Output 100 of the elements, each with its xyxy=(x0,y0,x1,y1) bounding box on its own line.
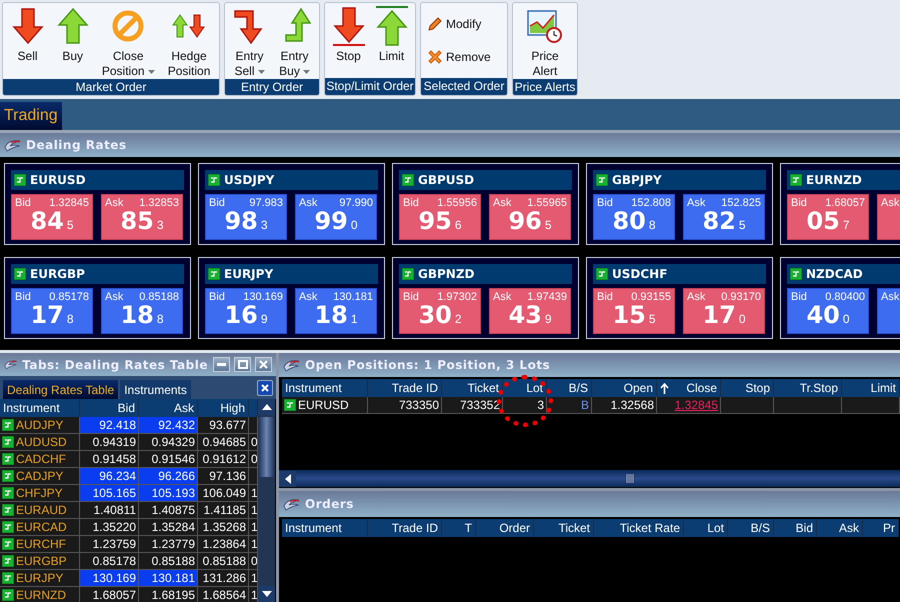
toolbar-button[interactable]: Limit xyxy=(374,6,410,78)
toolbar-button[interactable]: Modify xyxy=(427,16,501,32)
column-header[interactable]: Trade ID xyxy=(368,379,442,397)
column-header[interactable]: Ticket Rate xyxy=(594,519,684,537)
table-cell: 733350 xyxy=(368,397,442,414)
pip-digit: 8 xyxy=(156,312,164,326)
column-header[interactable]: Open xyxy=(592,379,657,397)
bid-quote-button[interactable]: Bid 0.80400 40 0 xyxy=(787,288,869,334)
scroll-thumb[interactable] xyxy=(259,417,274,477)
toolbar-button[interactable]: Buy xyxy=(54,6,91,79)
instrument-cell[interactable]: CADCHF xyxy=(0,451,80,468)
instrument-cell[interactable]: AUDUSD xyxy=(0,434,80,451)
ask-quote-button[interactable]: Ask 1.55965 96 5 xyxy=(489,194,571,240)
ask-quote-button[interactable]: Ask 1.32853 85 3 xyxy=(101,194,183,240)
instrument-cell[interactable]: EURJPY xyxy=(0,570,80,587)
column-header[interactable]: Instrument xyxy=(282,519,368,537)
column-header[interactable]: Lot xyxy=(503,379,547,397)
column-header[interactable]: Ask xyxy=(139,399,198,417)
column-header[interactable]: Bid xyxy=(80,399,139,417)
column-header[interactable]: Order xyxy=(476,519,534,537)
instrument-icon xyxy=(402,174,414,186)
bid-quote-button[interactable]: Bid 1.55956 95 6 xyxy=(399,194,481,240)
toolbar-button[interactable]: Sell xyxy=(10,6,46,79)
toolbar-button[interactable]: Entry Sell xyxy=(230,6,268,79)
instrument-icon xyxy=(208,174,220,186)
column-header[interactable]: B/S xyxy=(728,519,774,537)
table-cell: 1 xyxy=(249,485,258,502)
quote-label: Bid xyxy=(403,290,419,302)
quote-label: Ask xyxy=(105,197,124,209)
column-header[interactable]: Pr xyxy=(863,519,899,537)
panel-tab[interactable]: Dealing Rates Table xyxy=(3,380,118,399)
instrument-cell[interactable]: AUDJPY xyxy=(0,417,80,434)
close-button[interactable] xyxy=(255,357,272,372)
column-header[interactable]: Lot xyxy=(684,519,728,537)
column-header[interactable]: Instrument xyxy=(282,379,368,397)
bid-quote-button[interactable]: Bid 0.85178 17 8 xyxy=(11,288,93,334)
bid-quote-button[interactable]: Bid 1.32845 84 5 xyxy=(11,194,93,240)
instrument-cell[interactable]: EURUSD xyxy=(282,397,368,414)
column-header[interactable]: B/S xyxy=(547,379,592,397)
quote-label: Ask xyxy=(299,290,318,302)
scroll-up-button[interactable] xyxy=(258,399,275,415)
panel-tab[interactable]: Instruments xyxy=(120,380,191,399)
scroll-down-button[interactable] xyxy=(258,586,275,602)
down-arrow-with-line-icon xyxy=(332,6,364,46)
column-header[interactable]: Bid xyxy=(774,519,817,537)
ask-quote-button[interactable]: Ask xyxy=(877,194,900,240)
pip-digit: 1 xyxy=(350,312,358,326)
pip-digit: 0 xyxy=(350,218,358,232)
column-header[interactable]: Limit xyxy=(842,379,900,397)
bid-quote-button[interactable]: Bid 152.808 80 8 xyxy=(593,194,675,240)
up-arrow-with-line-icon xyxy=(376,6,408,46)
bid-quote-button[interactable]: Bid 1.68057 05 7 xyxy=(787,194,869,240)
table-cell: 1.40875 xyxy=(139,502,198,519)
scroll-left-button[interactable] xyxy=(279,470,296,486)
pip-digit: 0 xyxy=(738,312,746,326)
toolbar-button[interactable]: Stop xyxy=(330,6,366,78)
instrument-cell[interactable]: EURNZD xyxy=(0,587,80,602)
toolbar-button[interactable]: Close Position xyxy=(100,6,157,79)
column-header[interactable]: T xyxy=(442,519,476,537)
column-header[interactable]: Trade ID xyxy=(368,519,442,537)
column-header[interactable]: Ticket xyxy=(442,379,503,397)
ask-quote-button[interactable]: Ask 97.990 99 0 xyxy=(295,194,377,240)
ask-quote-button[interactable]: Ask 0.93170 17 0 xyxy=(683,288,765,334)
instrument-cell[interactable]: EURCHF xyxy=(0,536,80,553)
bid-quote-button[interactable]: Bid 0.93155 15 5 xyxy=(593,288,675,334)
column-header[interactable]: Ask xyxy=(817,519,863,537)
up-down-arrows-icon xyxy=(172,13,206,39)
ask-quote-button[interactable]: Ask 152.825 82 5 xyxy=(683,194,765,240)
ask-quote-button[interactable]: Ask 130.181 18 1 xyxy=(295,288,377,334)
bid-quote-button[interactable]: Bid 130.169 16 9 xyxy=(205,288,287,334)
toolbar-button[interactable]: Remove xyxy=(427,49,501,66)
column-header[interactable]: High xyxy=(198,399,249,417)
bid-quote-button[interactable]: Bid 1.97302 30 2 xyxy=(399,288,481,334)
instrument-cell[interactable]: EURAUD xyxy=(0,502,80,519)
close-price-link[interactable]: 1.32845 xyxy=(657,397,721,414)
column-header[interactable]: Stop xyxy=(721,379,774,397)
column-header[interactable]: Close xyxy=(657,379,721,397)
toolbar-button[interactable]: Price Alert xyxy=(525,6,565,79)
toolbar-button[interactable]: Entry Buy xyxy=(276,6,314,79)
quote-price: 97.983 xyxy=(249,197,283,209)
column-header[interactable]: Instrument xyxy=(0,399,80,417)
instrument-cell[interactable]: EURGBP xyxy=(0,553,80,570)
ask-quote-button[interactable]: Ask 0.85188 18 8 xyxy=(101,288,183,334)
toolbar-button[interactable]: Hedge Position xyxy=(166,6,212,79)
ribbon-tab[interactable]: Trading xyxy=(0,102,62,130)
close-tab-button[interactable] xyxy=(257,380,273,396)
maximize-button[interactable] xyxy=(234,357,251,372)
column-header[interactable]: Ticket xyxy=(534,519,594,537)
instrument-cell[interactable]: CADJPY xyxy=(0,468,80,485)
column-header[interactable]: Tr.Stop xyxy=(774,379,842,397)
horizontal-scrollbar[interactable] xyxy=(279,470,900,487)
instrument-cell[interactable]: EURCAD xyxy=(0,519,80,536)
table-cell: 97.136 xyxy=(198,468,249,485)
ask-quote-button[interactable]: Ask 1.97439 43 9 xyxy=(489,288,571,334)
ask-quote-button[interactable]: Ask xyxy=(877,288,900,334)
bid-quote-button[interactable]: Bid 97.983 98 3 xyxy=(205,194,287,240)
big-figure: 96 xyxy=(508,207,542,235)
vertical-scrollbar[interactable] xyxy=(258,399,275,602)
minimize-button[interactable] xyxy=(213,357,230,372)
instrument-cell[interactable]: CHFJPY xyxy=(0,485,80,502)
